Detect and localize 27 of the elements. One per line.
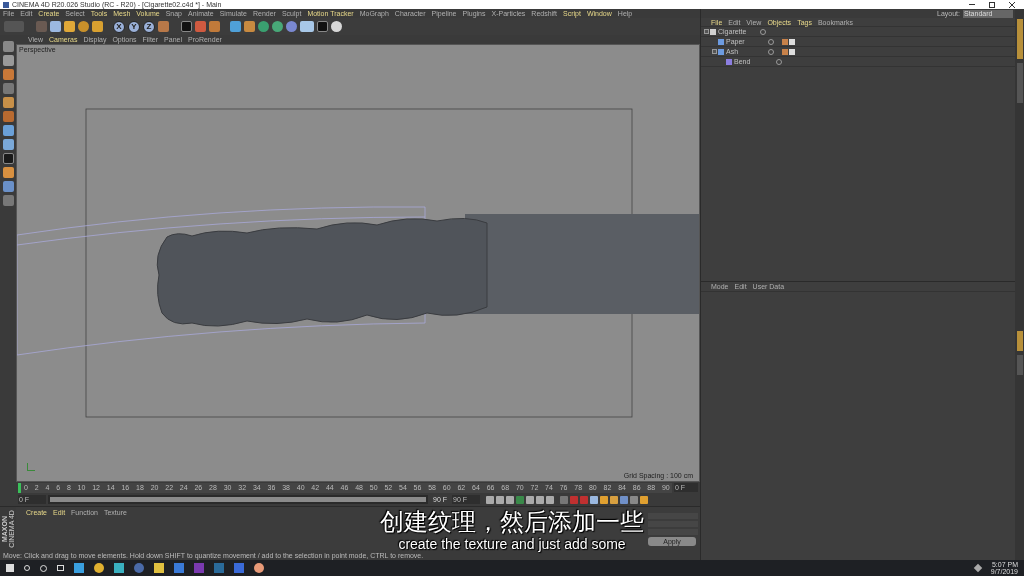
mode-tool-icon[interactable] <box>2 83 14 94</box>
mode-tool-icon[interactable] <box>2 195 14 206</box>
chinese-subtitle: 创建纹理，然后添加一些 <box>380 508 644 536</box>
task-view-icon[interactable] <box>57 565 64 571</box>
expand-toggle-icon[interactable] <box>704 29 709 34</box>
playhead[interactable] <box>18 482 21 493</box>
axis-lock-button[interactable]: X <box>113 20 125 33</box>
axis-gizmo-icon <box>27 463 35 471</box>
english-subtitle: create the texture and just add some <box>398 536 626 552</box>
restore-icon[interactable] <box>989 1 995 8</box>
app-icon <box>3 1 9 8</box>
axis-lock-button[interactable]: Z <box>143 20 155 33</box>
mode-tool-icon[interactable] <box>2 55 14 66</box>
axis-lock-button[interactable]: Y <box>128 20 140 33</box>
close-icon[interactable] <box>1009 1 1015 8</box>
mode-tool-icon[interactable] <box>2 111 14 122</box>
expand-toggle-icon[interactable] <box>712 49 717 54</box>
side-tab[interactable] <box>1016 19 1023 59</box>
mode-tool-icon[interactable] <box>2 153 14 164</box>
mode-tool-icon[interactable] <box>2 167 14 178</box>
mode-tool-icon[interactable] <box>2 41 14 52</box>
mode-tool-icon[interactable] <box>2 97 14 108</box>
mode-tool-icon[interactable] <box>2 181 14 192</box>
side-tab[interactable] <box>1016 331 1023 351</box>
mode-tool-icon[interactable] <box>2 69 14 80</box>
mode-tool-icon[interactable] <box>2 139 14 150</box>
mode-tool-icon[interactable] <box>2 125 14 136</box>
